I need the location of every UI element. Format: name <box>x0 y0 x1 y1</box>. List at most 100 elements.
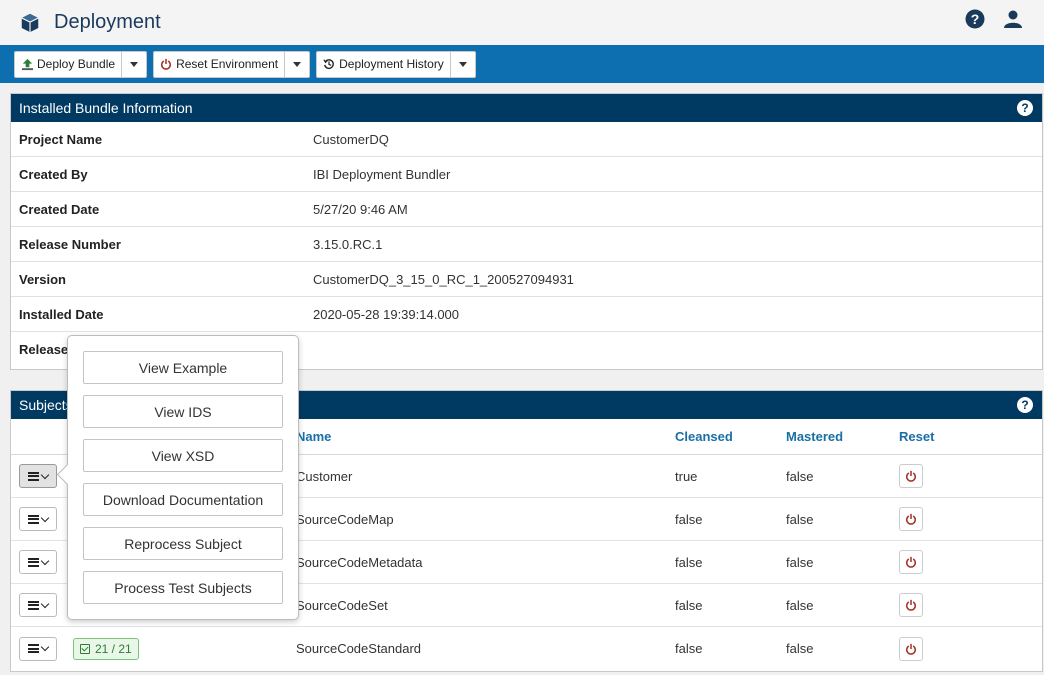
reset-environment-dropdown[interactable] <box>285 52 309 77</box>
cube-icon <box>16 9 44 37</box>
info-value: 2020-05-28 19:39:14.000 <box>313 306 460 322</box>
reset-button[interactable] <box>899 550 923 574</box>
subject-mastered: false <box>786 597 814 613</box>
deploy-bundle-dropdown[interactable] <box>122 52 146 77</box>
menu-icon <box>28 514 39 524</box>
reprocess-subject-button[interactable]: Reprocess Subject <box>83 527 283 560</box>
page-title: Deployment <box>54 11 161 33</box>
power-icon <box>905 513 917 525</box>
subject-cleansed: false <box>675 511 703 527</box>
svg-text:?: ? <box>971 11 980 27</box>
status-badge[interactable]: 21 / 21 <box>73 637 139 660</box>
download-documentation-button[interactable]: Download Documentation <box>83 483 283 516</box>
row-menu-button[interactable] <box>19 550 57 574</box>
info-value: CustomerDQ <box>313 131 389 147</box>
info-row: Project Name CustomerDQ <box>11 122 1042 157</box>
reset-button[interactable] <box>899 507 923 531</box>
view-ids-button[interactable]: View IDS <box>83 395 283 428</box>
subject-name: Customer <box>296 468 353 484</box>
power-icon <box>905 470 917 482</box>
row-menu-button[interactable] <box>19 593 57 617</box>
chevron-down-icon <box>40 470 50 479</box>
help-icon[interactable]: ? <box>1017 100 1033 116</box>
deploy-bundle-group: Deploy Bundle <box>14 50 148 78</box>
power-icon <box>905 599 917 611</box>
history-icon <box>322 57 336 71</box>
info-row: Version CustomerDQ_3_15_0_RC_1_200527094… <box>11 262 1042 297</box>
row-menu-button[interactable] <box>19 507 57 531</box>
subject-name: SourceCodeMetadata <box>296 554 423 570</box>
deployment-history-button[interactable]: Deployment History <box>317 51 451 77</box>
info-value: IBI Deployment Bundler <box>313 166 451 182</box>
subject-cleansed: true <box>675 468 698 484</box>
deploy-icon <box>20 57 34 71</box>
reset-environment-button[interactable]: Reset Environment <box>154 51 286 77</box>
menu-icon <box>28 644 39 653</box>
info-value: CustomerDQ_3_15_0_RC_1_200527094931 <box>313 271 574 287</box>
subject-cleansed: false <box>675 554 703 570</box>
info-label: Release Number <box>19 236 121 252</box>
chevron-down-icon <box>40 642 50 652</box>
chevron-down-icon <box>40 513 50 522</box>
table-row: 21 / 21 SourceCodeStandard false false <box>11 627 1042 670</box>
subject-mastered: false <box>786 554 814 570</box>
info-row: Created By IBI Deployment Bundler <box>11 157 1042 192</box>
status-badge-label: 21 / 21 <box>95 641 132 656</box>
row-menu-button[interactable] <box>19 636 57 661</box>
subject-mastered: false <box>786 468 814 484</box>
reset-environment-label: Reset Environment <box>176 57 279 71</box>
subject-mastered: false <box>786 511 814 527</box>
column-header-name[interactable]: Name <box>296 429 675 444</box>
chevron-down-icon <box>130 61 139 67</box>
process-test-subjects-button[interactable]: Process Test Subjects <box>83 571 283 604</box>
toolbar: Deploy Bundle Reset Environment Deployme… <box>0 45 1044 83</box>
subject-mastered: false <box>786 641 814 656</box>
subject-name: SourceCodeStandard <box>296 641 422 656</box>
deployment-history-dropdown[interactable] <box>451 52 475 77</box>
user-icon[interactable] <box>1002 8 1024 30</box>
info-row: Release Number 3.15.0.RC.1 <box>11 227 1042 262</box>
column-header-mastered[interactable]: Mastered <box>786 429 899 444</box>
power-icon <box>905 643 917 655</box>
help-icon[interactable]: ? <box>964 8 986 30</box>
power-icon <box>905 556 917 568</box>
reset-environment-group: Reset Environment <box>153 50 311 78</box>
info-label: Project Name <box>19 131 103 147</box>
menu-icon <box>28 557 39 567</box>
subject-cleansed: false <box>675 641 703 656</box>
subjects-title: Subjects <box>19 397 73 413</box>
info-row: Installed Date 2020-05-28 19:39:14.000 <box>11 297 1042 332</box>
column-header-cleansed[interactable]: Cleansed <box>675 429 786 444</box>
row-actions-popover: View Example View IDS View XSD Download … <box>67 335 299 620</box>
chevron-down-icon <box>458 61 467 67</box>
view-example-button[interactable]: View Example <box>83 351 283 384</box>
installed-bundle-panel: Installed Bundle Information ? Project N… <box>10 93 1043 370</box>
info-row: Created Date 5/27/20 9:46 AM <box>11 192 1042 227</box>
installed-bundle-title: Installed Bundle Information <box>19 100 193 116</box>
info-label: Created By <box>19 166 88 182</box>
reset-button[interactable] <box>899 464 923 488</box>
subject-name: SourceCodeMap <box>296 511 394 527</box>
deployment-history-label: Deployment History <box>339 57 444 71</box>
menu-icon <box>28 471 39 481</box>
row-menu-button[interactable] <box>19 464 57 488</box>
info-label: Created Date <box>19 201 100 217</box>
deploy-bundle-label: Deploy Bundle <box>37 57 116 71</box>
app-header: Deployment ? <box>0 0 1044 45</box>
column-header-reset[interactable]: Reset <box>899 429 979 444</box>
chevron-down-icon <box>40 599 50 608</box>
view-xsd-button[interactable]: View XSD <box>83 439 283 472</box>
chevron-down-icon <box>40 556 50 565</box>
reset-button[interactable] <box>899 593 923 617</box>
deploy-bundle-button[interactable]: Deploy Bundle <box>15 51 123 77</box>
subject-cleansed: false <box>675 597 703 613</box>
info-label: Installed Date <box>19 306 104 322</box>
info-label: Version <box>19 271 66 287</box>
subject-name: SourceCodeSet <box>296 597 388 613</box>
reset-button[interactable] <box>899 636 923 661</box>
check-square-icon <box>80 643 90 654</box>
chevron-down-icon <box>293 61 302 67</box>
help-icon[interactable]: ? <box>1017 397 1033 413</box>
menu-icon <box>28 600 39 610</box>
installed-bundle-header: Installed Bundle Information ? <box>11 94 1042 122</box>
